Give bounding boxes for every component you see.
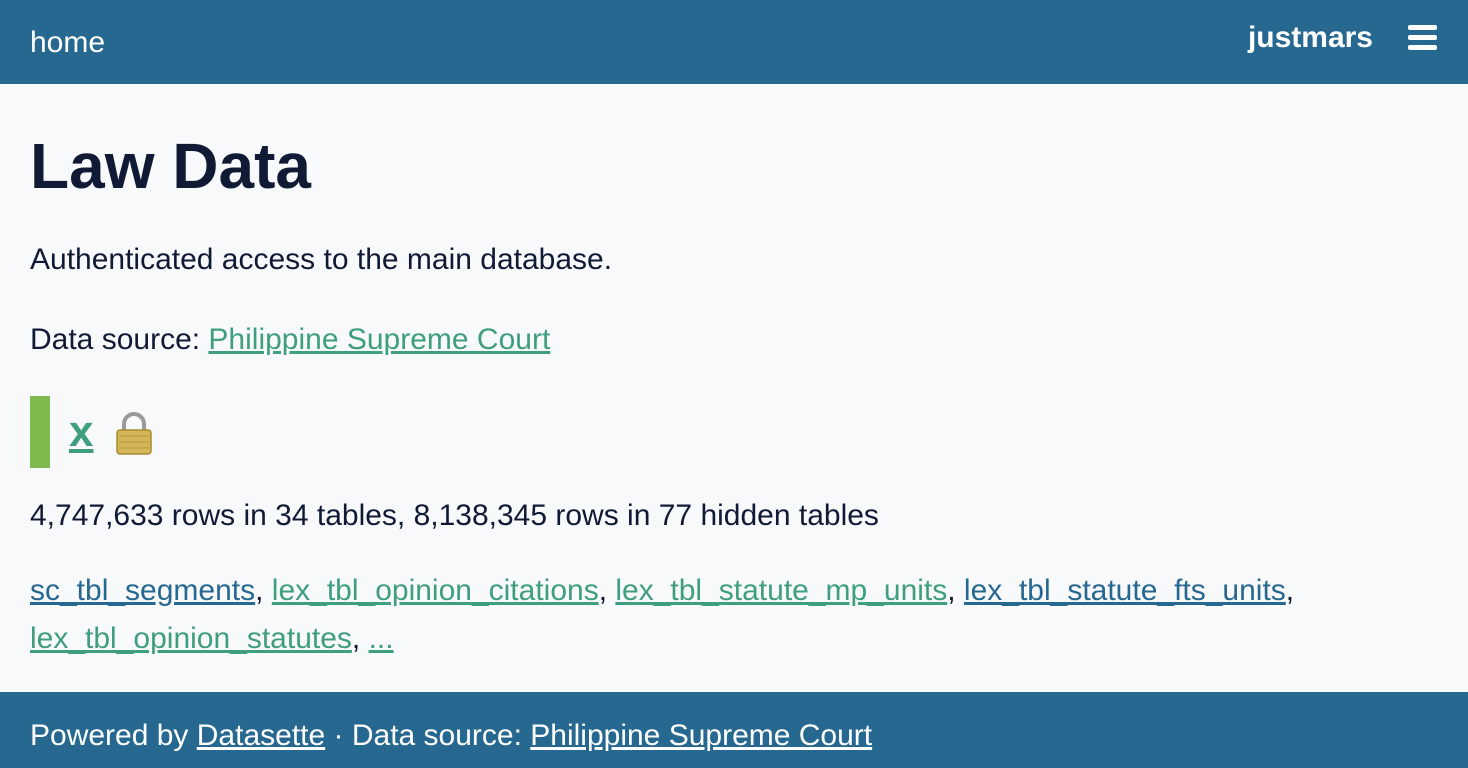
hamburger-line: [1408, 45, 1437, 50]
table-separator: ,: [255, 574, 272, 607]
top-navigation-bar: home justmars: [0, 0, 1468, 84]
datasette-link[interactable]: Datasette: [197, 719, 325, 752]
table-separator: ,: [351, 622, 369, 655]
username-label: justmars: [1247, 21, 1373, 54]
hamburger-line: [1408, 35, 1437, 40]
footer-source-label: · Data source:: [325, 719, 531, 752]
table-link-sc-tbl-segments[interactable]: sc_tbl_segments: [30, 574, 255, 607]
data-source-link[interactable]: Philippine Supreme Court: [208, 323, 550, 356]
powered-by-label: Powered by: [30, 719, 197, 752]
data-source-label: Data source:: [30, 323, 209, 356]
data-source-line: Data source: Philippine Supreme Court: [30, 320, 550, 360]
table-link-lex-tbl-opinion-citations[interactable]: lex_tbl_opinion_citations: [272, 574, 599, 607]
database-color-bar: [30, 396, 50, 468]
footer: Powered by Datasette · Data source: Phil…: [0, 692, 1468, 768]
table-link-lex-tbl-opinion-statutes[interactable]: lex_tbl_opinion_statutes: [30, 622, 352, 655]
lock-icon: [116, 412, 152, 455]
page-title: Law Data: [30, 130, 311, 202]
table-separator: ,: [947, 574, 964, 607]
hamburger-icon[interactable]: [1408, 25, 1437, 50]
table-separator: ,: [598, 574, 616, 607]
table-separator: ,: [1285, 574, 1295, 607]
database-stats: 4,747,633 rows in 34 tables, 8,138,345 r…: [30, 499, 879, 532]
more-tables-link[interactable]: ...: [369, 622, 394, 655]
hamburger-line: [1408, 25, 1437, 30]
database-entry: x: [30, 396, 430, 468]
footer-source-link[interactable]: Philippine Supreme Court: [530, 719, 872, 752]
page-description: Authenticated access to the main databas…: [30, 243, 613, 276]
database-link[interactable]: x: [69, 406, 93, 458]
footer-text: Powered by Datasette · Data source: Phil…: [30, 716, 872, 756]
table-link-lex-tbl-statute-fts-units[interactable]: lex_tbl_statute_fts_units: [964, 574, 1286, 607]
home-link[interactable]: home: [30, 24, 105, 62]
table-list: sc_tbl_segments, lex_tbl_opinion_citatio…: [30, 567, 1438, 663]
table-link-lex-tbl-statute-mp-units[interactable]: lex_tbl_statute_mp_units: [615, 574, 947, 607]
